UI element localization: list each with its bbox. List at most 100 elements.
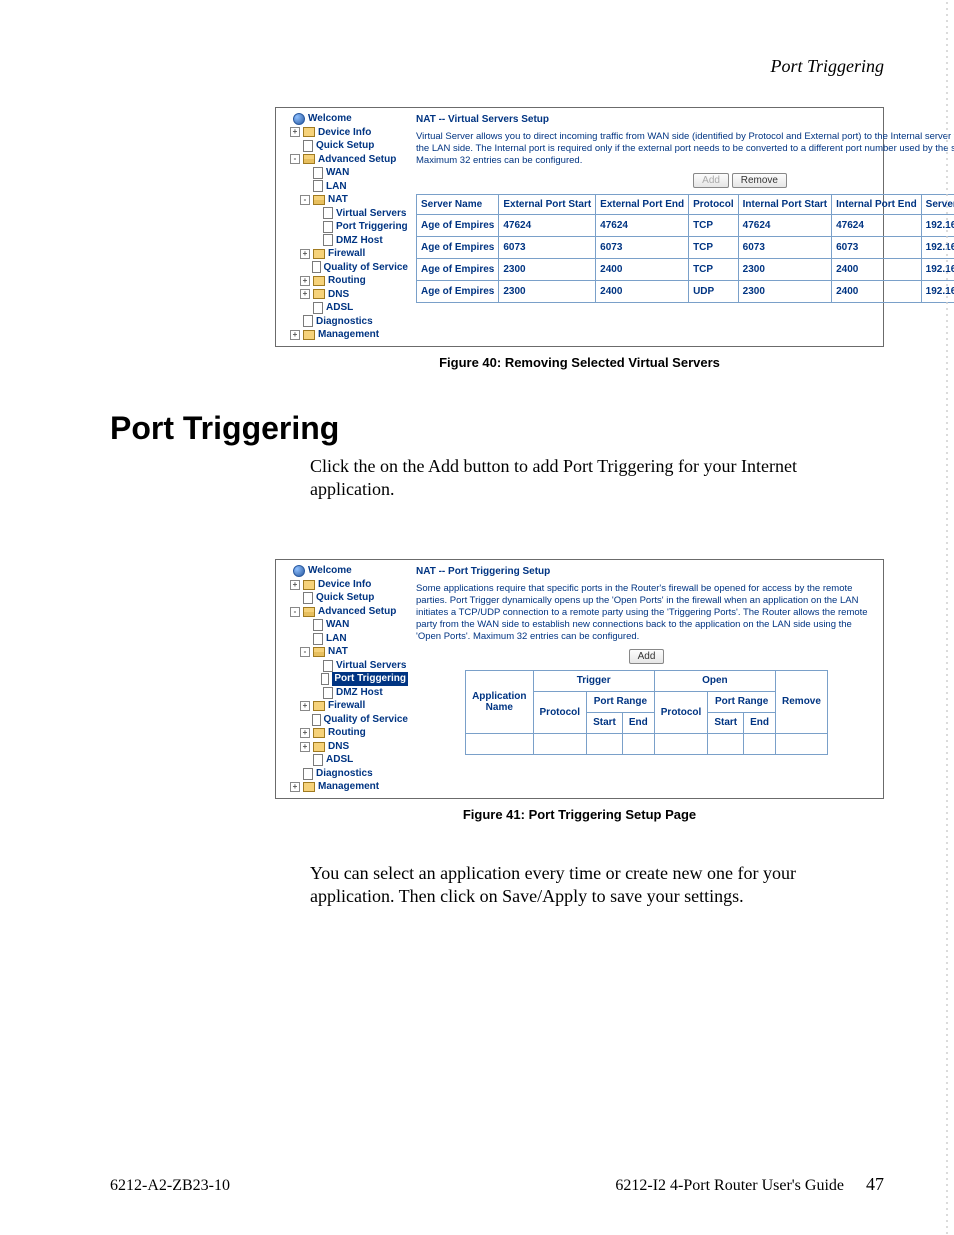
sidebar-item[interactable]: LAN: [280, 632, 408, 646]
sidebar-item[interactable]: LAN: [280, 180, 408, 194]
folder-open-icon: [303, 607, 315, 617]
sidebar-item[interactable]: +Firewall: [280, 699, 408, 713]
expand-icon[interactable]: -: [290, 154, 300, 164]
sidebar-item-label: ADSL: [326, 753, 353, 767]
footer-right: 6212-I2 4-Port Router User's Guide: [615, 1177, 844, 1194]
figure40-screenshot: Welcome+Device InfoQuick Setup-Advanced …: [275, 107, 884, 347]
cell-int-end: 6073: [832, 236, 922, 258]
cell-ext-start: 2300: [499, 280, 596, 302]
cell-ext-end: 2400: [596, 258, 689, 280]
col-int-start: Internal Port Start: [738, 194, 831, 214]
section-heading: Port Triggering: [110, 410, 884, 447]
sidebar-item[interactable]: + Device Info: [280, 126, 408, 140]
page-icon: [323, 660, 333, 672]
figure41-screenshot: Welcome+Device InfoQuick Setup-Advanced …: [275, 559, 884, 799]
cell-int-start: 2300: [738, 258, 831, 280]
figure41-title: NAT -- Port Triggering Setup: [416, 566, 877, 577]
table-row: Age of Empires60736073TCP60736073192.168…: [417, 236, 954, 258]
table-row: Age of Empires23002400UDP23002400192.168…: [417, 280, 954, 302]
sidebar-item[interactable]: DMZ Host: [280, 234, 408, 248]
sidebar-item[interactable]: - Advanced Setup: [280, 153, 408, 167]
expand-icon[interactable]: +: [300, 728, 310, 738]
expand-icon[interactable]: +: [300, 701, 310, 711]
sidebar-item[interactable]: +Device Info: [280, 578, 408, 592]
expand-icon[interactable]: +: [290, 127, 300, 137]
cell-ip: 192.168.1.10: [921, 280, 954, 302]
page-icon: [303, 140, 313, 152]
folder-closed-icon: [303, 330, 315, 340]
expand-icon[interactable]: -: [300, 195, 310, 205]
expand-icon[interactable]: -: [300, 647, 310, 657]
expand-icon[interactable]: +: [300, 276, 310, 286]
sidebar-item-label: Device Info: [318, 126, 371, 140]
add-button[interactable]: Add: [693, 173, 729, 188]
sidebar-item[interactable]: Diagnostics: [280, 767, 408, 781]
sidebar-item[interactable]: +DNS: [280, 740, 408, 754]
expand-icon[interactable]: +: [300, 289, 310, 299]
col-open-end: End: [744, 712, 776, 733]
expand-icon[interactable]: +: [290, 782, 300, 792]
sidebar-item[interactable]: -NAT: [280, 645, 408, 659]
expand-icon[interactable]: +: [300, 742, 310, 752]
sidebar-item[interactable]: WAN: [280, 618, 408, 632]
sidebar-item[interactable]: + Management: [280, 780, 408, 794]
sidebar-item-label: Management: [318, 780, 379, 794]
sidebar-item[interactable]: ADSL: [280, 301, 408, 315]
sidebar-item-label: Welcome: [308, 564, 352, 578]
remove-button[interactable]: Remove: [732, 173, 787, 188]
folder-closed-icon: [313, 276, 325, 286]
figure41-content: NAT -- Port Triggering Setup Some applic…: [412, 560, 883, 798]
globe-icon: [293, 565, 305, 577]
col-open: Open: [654, 670, 775, 691]
figure40-content: NAT -- Virtual Servers Setup Virtual Ser…: [412, 108, 954, 346]
sidebar-item-label: Quality of Service: [324, 713, 408, 727]
virtual-servers-table: Server Name External Port Start External…: [416, 194, 954, 303]
expand-icon[interactable]: +: [290, 330, 300, 340]
sidebar-item[interactable]: Virtual Servers: [280, 659, 408, 673]
add-button[interactable]: Add: [629, 649, 665, 664]
sidebar-item[interactable]: Diagnostics: [280, 315, 408, 329]
folder-closed-icon: [313, 701, 325, 711]
sidebar-item[interactable]: -Advanced Setup: [280, 605, 408, 619]
sidebar-item-label: Advanced Setup: [318, 153, 396, 167]
sidebar-item[interactable]: Quick Setup: [280, 139, 408, 153]
sidebar-item[interactable]: Quality of Service: [280, 261, 408, 275]
sidebar-item[interactable]: Virtual Servers: [280, 207, 408, 221]
expand-icon[interactable]: +: [290, 580, 300, 590]
sidebar-item-label: DMZ Host: [336, 234, 383, 248]
sidebar-item[interactable]: Quality of Service: [280, 713, 408, 727]
sidebar-item-label: DNS: [328, 288, 349, 302]
folder-closed-icon: [303, 127, 315, 137]
col-ip: Server IP Address: [921, 194, 954, 214]
figure41-caption: Figure 41: Port Triggering Setup Page: [275, 807, 884, 822]
sidebar-item[interactable]: WAN: [280, 166, 408, 180]
page-icon: [312, 714, 321, 726]
sidebar-item[interactable]: Welcome: [280, 112, 408, 126]
page-icon: [303, 592, 313, 604]
figure40-sidebar: Welcome+Device InfoQuick Setup-Advanced …: [276, 108, 412, 346]
sidebar-item[interactable]: Quick Setup: [280, 591, 408, 605]
sidebar-item[interactable]: Welcome: [280, 564, 408, 578]
sidebar-item[interactable]: +Management: [280, 328, 408, 342]
sidebar-item-label: ADSL: [326, 301, 353, 315]
sidebar-item[interactable]: ADSL: [280, 753, 408, 767]
sidebar-item[interactable]: DMZ Host: [280, 686, 408, 700]
sidebar-item[interactable]: +Firewall: [280, 247, 408, 261]
col-ext-start: External Port Start: [499, 194, 596, 214]
expand-icon[interactable]: -: [290, 607, 300, 617]
expand-icon[interactable]: +: [300, 249, 310, 259]
col-application: ApplicationName: [466, 670, 533, 733]
sidebar-item[interactable]: Port Triggering: [280, 220, 408, 234]
sidebar-item[interactable]: +Routing: [280, 726, 408, 740]
page-icon: [313, 167, 323, 179]
globe-icon: [293, 113, 305, 125]
folder-open-icon: [303, 154, 315, 164]
sidebar-item[interactable]: Port Triggering: [280, 672, 408, 686]
sidebar-item[interactable]: -NAT: [280, 193, 408, 207]
sidebar-item-label: Virtual Servers: [336, 207, 406, 221]
sidebar-item[interactable]: +Routing: [280, 274, 408, 288]
col-open-start: Start: [708, 712, 744, 733]
sidebar-item-label: Quick Setup: [316, 591, 374, 605]
sidebar-item[interactable]: + DNS: [280, 288, 408, 302]
cell-server-name: Age of Empires: [417, 236, 499, 258]
